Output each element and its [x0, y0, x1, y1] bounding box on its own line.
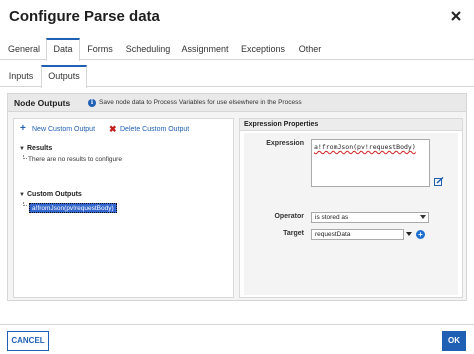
operator-select[interactable]: is stored as [311, 212, 429, 223]
new-custom-output-link[interactable]: New Custom Output [32, 126, 95, 133]
subtab-inputs[interactable]: Inputs [4, 65, 38, 87]
tab-data[interactable]: Data [46, 38, 80, 61]
results-collapse-icon[interactable]: ▼ [19, 146, 25, 152]
info-icon: i [88, 99, 96, 107]
tab-other[interactable]: Other [294, 38, 326, 60]
node-outputs-info: Save node data to Process Variables for … [99, 99, 302, 106]
target-dropdown-icon[interactable] [406, 232, 412, 236]
tab-assignment[interactable]: Assignment [180, 38, 230, 60]
tab-scheduling[interactable]: Scheduling [123, 38, 173, 60]
ok-button[interactable]: OK [442, 331, 466, 351]
tab-bar: General Data Forms Scheduling Assignment… [0, 38, 474, 61]
tab-forms[interactable]: Forms [84, 38, 116, 60]
dialog-footer: CANCEL OK [0, 324, 474, 354]
custom-outputs-heading: Custom Outputs [27, 191, 82, 198]
node-outputs-panel: Node Outputs i Save node data to Process… [7, 93, 467, 301]
operator-label: Operator [274, 213, 304, 220]
operator-value: is stored as [315, 214, 349, 221]
chevron-down-icon [420, 215, 426, 219]
dialog-header: Configure Parse data [0, 0, 474, 36]
expression-properties-body: Expression a!fromJson(pv!requestBody) Op… [244, 133, 458, 295]
tree-connector [23, 155, 27, 159]
tree-connector [23, 202, 27, 206]
node-outputs-header: Node Outputs i Save node data to Process… [8, 94, 466, 112]
dialog-title: Configure Parse data [9, 8, 160, 25]
tab-exceptions[interactable]: Exceptions [238, 38, 288, 60]
expression-properties-title: Expression Properties [244, 121, 319, 128]
expression-properties-header: Expression Properties [240, 119, 462, 131]
configure-dialog: Configure Parse data General Data Forms … [0, 0, 474, 354]
add-circle-icon[interactable]: + [416, 230, 425, 239]
expression-value: a!fromJson(pv!requestBody) [314, 143, 416, 151]
subtab-outputs[interactable]: Outputs [41, 65, 87, 88]
cancel-button[interactable]: CANCEL [7, 331, 49, 351]
outputs-tree-box: + New Custom Output ✖ Delete Custom Outp… [13, 118, 234, 298]
tab-general[interactable]: General [4, 38, 44, 60]
delete-custom-output-link[interactable]: Delete Custom Output [120, 126, 189, 133]
expression-properties-box: Expression Properties Expression a!fromJ… [239, 118, 463, 298]
expression-label: Expression [266, 140, 304, 147]
plus-icon[interactable]: + [20, 124, 26, 134]
target-label: Target [283, 230, 304, 237]
target-input[interactable]: requestData [311, 229, 404, 240]
delete-x-icon[interactable]: ✖ [109, 124, 117, 134]
results-heading: Results [27, 145, 53, 152]
node-outputs-title: Node Outputs [14, 98, 71, 108]
close-icon[interactable] [449, 9, 463, 23]
custom-output-item[interactable]: a!fromJson(pv!requestBody) [29, 203, 117, 213]
expression-field[interactable]: a!fromJson(pv!requestBody) [311, 139, 430, 187]
results-empty-text: There are no results to configure [28, 156, 122, 163]
custom-outputs-collapse-icon[interactable]: ▼ [19, 192, 25, 198]
edit-icon[interactable] [434, 177, 444, 187]
subtab-bar: Inputs Outputs [0, 65, 474, 88]
